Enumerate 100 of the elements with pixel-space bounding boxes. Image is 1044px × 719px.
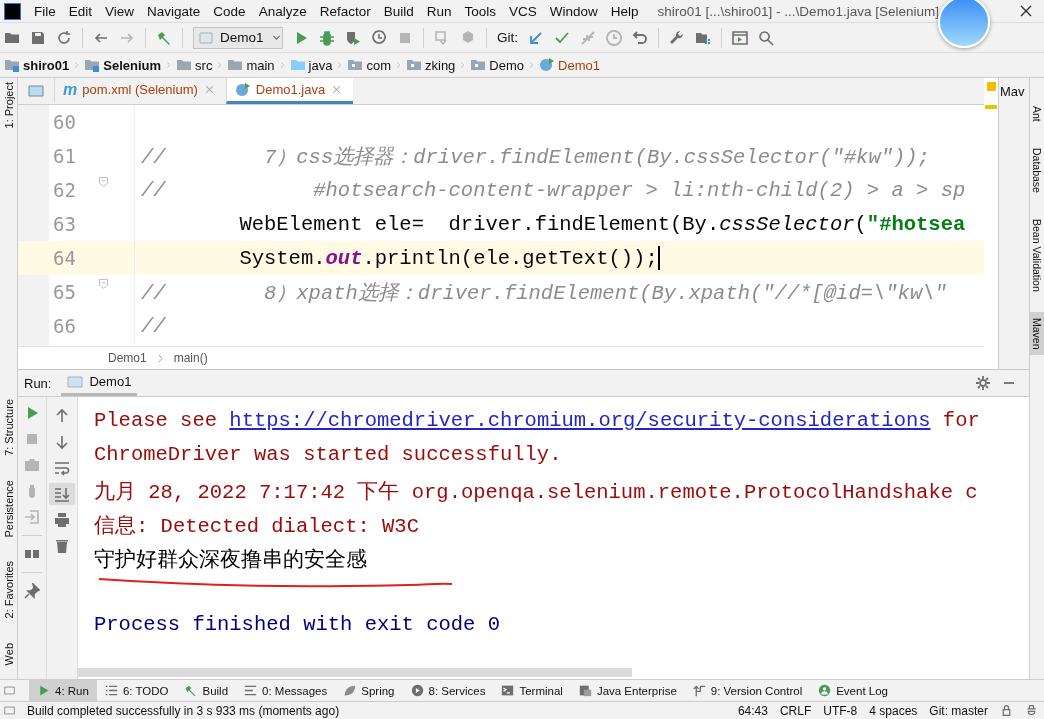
tool-window-button[interactable]: Web	[0, 638, 17, 669]
breadcrumb-item[interactable]: Demo	[470, 57, 525, 73]
menu-item[interactable]: Help	[610, 3, 639, 19]
fold-marker-icon[interactable]	[97, 277, 110, 290]
console-line: ChromeDriver was started successfully.	[94, 443, 562, 466]
fold-marker-icon[interactable]	[97, 175, 110, 188]
cursor-position[interactable]: 64:43	[737, 703, 768, 718]
tool-window-tab[interactable]: 9: Version Control	[684, 680, 811, 701]
menu-item[interactable]: VCS	[509, 3, 537, 19]
window-icon[interactable]	[4, 705, 15, 716]
app-logo	[4, 2, 21, 20]
run-window-icon[interactable]	[732, 29, 748, 46]
tool-window-tab[interactable]: 0: Messages	[236, 680, 336, 701]
tool-window-button[interactable]: Bean Validation	[1030, 212, 1044, 298]
menu-item[interactable]: Code	[213, 3, 246, 19]
update-project-icon[interactable]	[434, 29, 450, 46]
tool-window-tab[interactable]: Java Enterprise	[570, 680, 685, 701]
breadcrumb-item[interactable]: zking	[406, 57, 456, 73]
menu-item[interactable]: Navigate	[147, 3, 201, 19]
tool-window-tab[interactable]: 4: Run	[29, 680, 97, 701]
tool-window-button[interactable]: 1: Project	[0, 78, 17, 133]
tool-window-tab[interactable]: Build	[176, 680, 237, 701]
scroll-to-end-icon[interactable]	[54, 486, 70, 502]
tool-window-button[interactable]: 2: Favorites	[0, 557, 17, 623]
menu-item[interactable]: Edit	[68, 3, 93, 19]
down-arrow-icon[interactable]	[54, 434, 70, 450]
search-icon[interactable]	[758, 29, 774, 46]
breadcrumb-item[interactable]: Demo1	[108, 351, 147, 365]
terminal-icon	[501, 684, 515, 697]
menu-item[interactable]: Window	[549, 3, 598, 19]
git-branch[interactable]: Git: master	[929, 703, 988, 718]
breadcrumb-item[interactable]: com	[347, 57, 391, 73]
coverage-icon[interactable]	[345, 29, 361, 46]
breadcrumb-item[interactable]: Selenium	[84, 57, 162, 73]
stop-icon[interactable]	[24, 431, 40, 447]
line-separator[interactable]: CRLF	[779, 703, 812, 718]
panel-icon[interactable]	[28, 83, 44, 99]
print-icon[interactable]	[54, 512, 70, 528]
pin-icon[interactable]	[24, 583, 40, 599]
console-line: Please see https://chromedriver.chromium.org/security-considerations for	[94, 409, 980, 432]
save-icon[interactable]	[30, 29, 46, 46]
link[interactable]: https://chromedriver.chromium.org/security-considerations	[229, 409, 931, 432]
tool-window-button[interactable]: Maven	[1030, 311, 1044, 355]
close-icon[interactable]	[1018, 3, 1034, 19]
breadcrumb-item[interactable]: Demo1	[539, 57, 600, 73]
tool-window-button[interactable]: Database	[1030, 141, 1044, 199]
menu-item[interactable]: Refactor	[319, 3, 371, 19]
package-icon[interactable]	[460, 29, 476, 46]
tool-window-tab[interactable]: 6: TODO	[96, 680, 177, 701]
history-icon[interactable]	[606, 29, 622, 46]
scrollbar[interactable]	[78, 668, 632, 677]
tool-window-button[interactable]: 7: Structure	[0, 394, 17, 460]
file-encoding[interactable]: UTF-8	[823, 703, 858, 718]
update-arrow-icon[interactable]	[528, 29, 544, 46]
undo-icon[interactable]	[632, 29, 648, 46]
breadcrumb-item[interactable]: src	[176, 57, 213, 73]
tool-window-tab[interactable]: Spring	[335, 680, 403, 701]
camera-icon[interactable]	[24, 457, 40, 473]
window-icon[interactable]	[4, 685, 15, 696]
soft-wrap-icon[interactable]	[54, 460, 70, 476]
settings-icon[interactable]	[669, 29, 685, 46]
tool-window-tab[interactable]: Event Log	[810, 680, 896, 701]
menu-item[interactable]: Build	[383, 3, 414, 19]
tool-window-button[interactable]: Persistence	[0, 475, 17, 542]
menu-item[interactable]: View	[105, 3, 135, 19]
windows-icon	[578, 684, 592, 697]
build-icon[interactable]	[156, 29, 172, 46]
run-configuration-dropdown[interactable]: Demo1	[193, 26, 283, 49]
breadcrumb-item[interactable]: java	[289, 57, 333, 73]
tool-window-button[interactable]: Ant	[1030, 100, 1044, 128]
tool-window-tab[interactable]: 8: Services	[402, 680, 494, 701]
source-folder-icon	[289, 57, 306, 73]
inspector-icon[interactable]	[1025, 704, 1038, 717]
console-line: 信息: Detected dialect: W3C	[94, 515, 419, 538]
indent-setting[interactable]: 4 spaces	[869, 703, 918, 718]
breadcrumb-item[interactable]: main()	[173, 351, 208, 365]
refresh-icon[interactable]	[56, 29, 72, 46]
user-icon	[818, 684, 832, 697]
menu-item[interactable]: Tools	[464, 3, 496, 19]
menu-item[interactable]: Analyze	[258, 3, 307, 19]
merge-icon[interactable]	[580, 29, 596, 46]
breadcrumb-item[interactable]: main	[227, 57, 275, 73]
editor-tab[interactable]: Demo1.java	[225, 78, 354, 104]
maven-icon: m	[63, 80, 78, 99]
editor-tab[interactable]: m pom.xml (Selenium)	[54, 78, 226, 104]
line-number: 66	[52, 315, 77, 337]
profiler-icon[interactable]	[371, 29, 387, 46]
import-icon[interactable]	[24, 509, 40, 525]
trash-icon[interactable]	[54, 538, 70, 554]
tool-window-tab[interactable]: Terminal	[493, 680, 571, 701]
menu-item[interactable]: File	[34, 3, 56, 19]
up-arrow-icon[interactable]	[54, 408, 70, 424]
line-number: 61	[52, 145, 77, 167]
debug-icon[interactable]	[319, 29, 335, 46]
floating-ball-icon[interactable]	[938, 0, 990, 48]
settings-icon[interactable]	[975, 375, 991, 391]
breadcrumb-item[interactable]: shiro01	[4, 57, 70, 73]
warning-mark[interactable]	[986, 82, 996, 91]
lock-icon[interactable]	[1000, 704, 1013, 717]
menu-item[interactable]: Run	[426, 3, 452, 19]
